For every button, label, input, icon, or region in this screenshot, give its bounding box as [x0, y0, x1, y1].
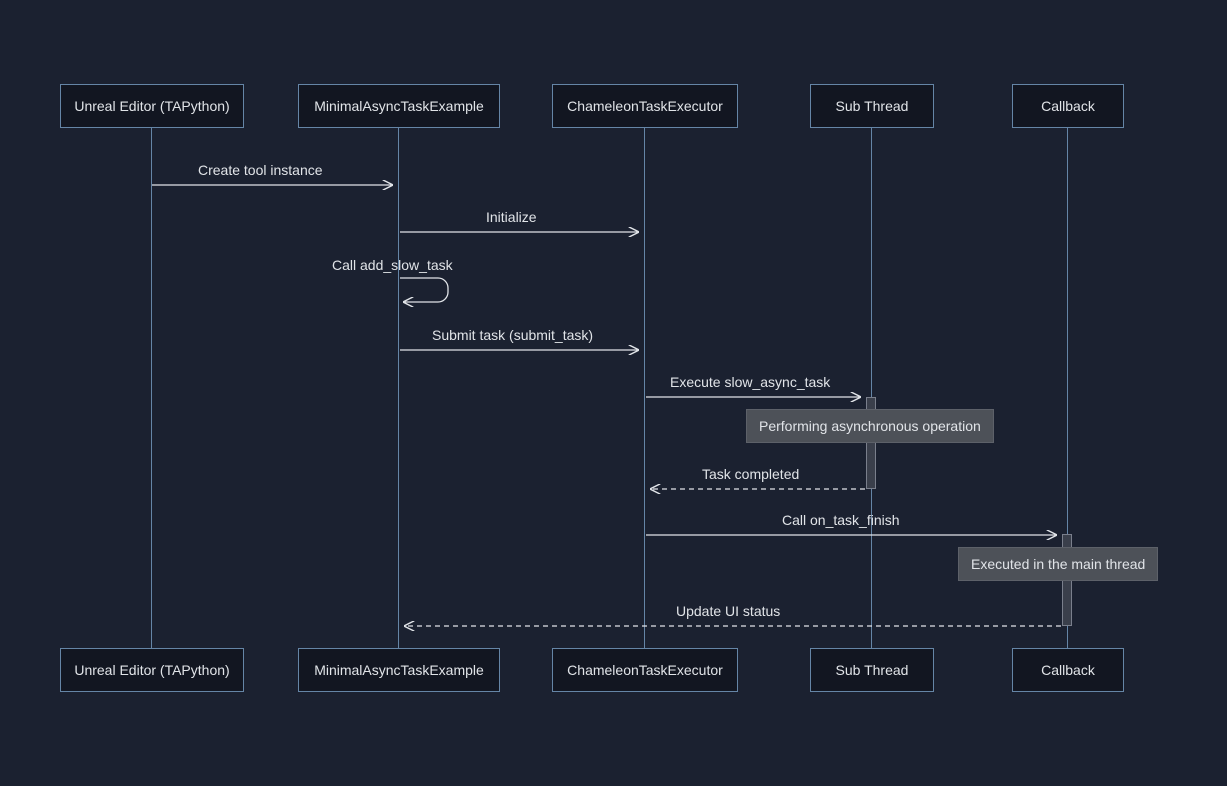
participant-label: ChameleonTaskExecutor	[567, 662, 723, 678]
message-call-on-task-finish: Call on_task_finish	[782, 512, 900, 528]
participant-bottom-p3: ChameleonTaskExecutor	[552, 648, 738, 692]
note-performing-async: Performing asynchronous operation	[746, 409, 994, 443]
message-execute-slow-async: Execute slow_async_task	[670, 374, 830, 390]
message-submit-task: Submit task (submit_task)	[432, 327, 593, 343]
participant-label: MinimalAsyncTaskExample	[314, 98, 484, 114]
participant-top-p3: ChameleonTaskExecutor	[552, 84, 738, 128]
participant-label: ChameleonTaskExecutor	[567, 98, 723, 114]
participant-bottom-p1: Unreal Editor (TAPython)	[60, 648, 244, 692]
participant-bottom-p4: Sub Thread	[810, 648, 934, 692]
lifeline-p1	[151, 128, 152, 648]
message-call-add-slow-task: Call add_slow_task	[332, 257, 453, 273]
participant-label: Unreal Editor (TAPython)	[74, 662, 229, 678]
participant-bottom-p5: Callback	[1012, 648, 1124, 692]
participant-top-p1: Unreal Editor (TAPython)	[60, 84, 244, 128]
participant-bottom-p2: MinimalAsyncTaskExample	[298, 648, 500, 692]
participant-label: Unreal Editor (TAPython)	[74, 98, 229, 114]
lifeline-p4	[871, 128, 872, 648]
message-initialize: Initialize	[486, 209, 537, 225]
participant-label: Callback	[1041, 98, 1095, 114]
participant-label: Sub Thread	[836, 98, 909, 114]
message-create-tool-instance: Create tool instance	[198, 162, 323, 178]
message-task-completed: Task completed	[702, 466, 799, 482]
lifeline-p3	[644, 128, 645, 648]
participant-top-p5: Callback	[1012, 84, 1124, 128]
participant-label: MinimalAsyncTaskExample	[314, 662, 484, 678]
participant-label: Callback	[1041, 662, 1095, 678]
message-update-ui-status: Update UI status	[676, 603, 780, 619]
participant-label: Sub Thread	[836, 662, 909, 678]
note-executed-main-thread: Executed in the main thread	[958, 547, 1158, 581]
participant-top-p2: MinimalAsyncTaskExample	[298, 84, 500, 128]
participant-top-p4: Sub Thread	[810, 84, 934, 128]
sequence-diagram: Unreal Editor (TAPython) MinimalAsyncTas…	[0, 0, 1227, 786]
lifeline-p2	[398, 128, 399, 648]
